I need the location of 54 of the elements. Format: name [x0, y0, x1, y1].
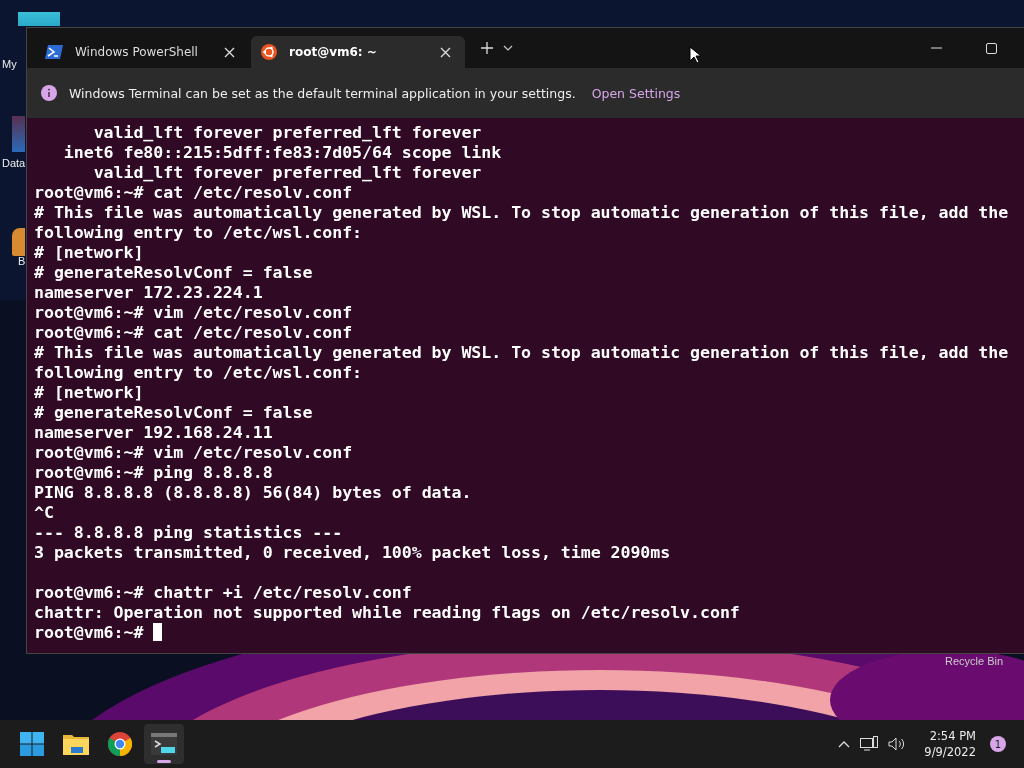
terminal-line: root@vm6:~# vim /etc/resolv.conf: [34, 443, 354, 463]
terminal-line: # [network]: [34, 243, 145, 263]
plus-icon[interactable]: [481, 42, 493, 54]
chrome-icon: [108, 732, 132, 756]
text-cursor: [153, 623, 163, 641]
folder-icon: [63, 733, 89, 755]
terminal-line: following entry to /etc/wsl.conf:: [34, 363, 364, 383]
network-icon[interactable]: [860, 736, 879, 752]
close-icon[interactable]: [224, 46, 235, 58]
tab[interactable]: root@vm6: ~: [251, 36, 465, 68]
terminal-line: # This file was automatically generated by WSL. To stop automatic generation of this file, add the: [34, 203, 1010, 223]
terminal-line: 3 packets transmitted, 0 received, 100% packet loss, time 2090ms: [34, 543, 672, 563]
terminal-line: # generateResolvConf = false: [34, 403, 314, 423]
terminal-line: inet6 fe80::215:5dff:fe83:7d05/64 scope link: [62, 143, 503, 163]
terminal-line: following entry to /etc/wsl.conf:: [34, 223, 364, 243]
terminal-line: nameserver 172.23.224.1: [34, 283, 264, 303]
terminal-icon: [151, 733, 177, 755]
chevron-up-icon[interactable]: [838, 740, 851, 748]
terminal-line: PING 8.8.8.8 (8.8.8.8) 56(84) bytes of data.: [34, 483, 473, 503]
chevron-down-icon[interactable]: [503, 45, 513, 51]
icon-label: Recycle Bin: [945, 655, 1004, 667]
terminal-line: valid_lft forever preferred_lft forever: [92, 123, 483, 143]
speaker-icon[interactable]: [888, 737, 907, 751]
icon-label: Data: [2, 157, 26, 169]
ubuntu-icon: [261, 44, 277, 60]
terminal-line: root@vm6:~# chattr +i /etc/resolv.conf: [34, 583, 413, 603]
close-icon[interactable]: [440, 46, 451, 58]
open-settings-link[interactable]: Open Settings: [591, 85, 681, 101]
windows-start-icon: [20, 732, 44, 756]
maximize-icon[interactable]: [986, 42, 997, 54]
clock-time[interactable]: 2:54 PM: [929, 728, 976, 744]
terminal-line: root@vm6:~# cat /etc/resolv.conf: [34, 183, 354, 203]
terminal-line: ^C: [34, 503, 55, 523]
terminal-line: root@vm6:~# cat /etc/resolv.conf: [34, 323, 354, 343]
info-message: Windows Terminal can be set as the default terminal application in your settings.: [69, 85, 576, 101]
terminal-line: nameserver 192.168.24.11: [34, 423, 274, 443]
icon-label: My: [2, 58, 17, 70]
tab[interactable]: Windows PowerShell: [35, 36, 249, 68]
terminal-line: # [network]: [34, 383, 145, 403]
terminal-line: # This file was automatically generated by WSL. To stop automatic generation of this file, add the: [34, 343, 1010, 363]
terminal-line: # generateResolvConf = false: [34, 263, 314, 283]
terminal-line: --- 8.8.8.8 ping statistics ---: [34, 523, 344, 543]
notification-badge[interactable]: 1: [990, 736, 1006, 752]
powershell-icon: [45, 45, 63, 59]
mouse-pointer-icon: [689, 46, 701, 64]
terminal-line: chattr: Operation not supported while reading flags on /etc/resolv.conf: [34, 603, 741, 623]
terminal-prompt: root@vm6:~#: [34, 623, 144, 642]
icon-label: B: [18, 255, 26, 267]
terminal-line: root@vm6:~# vim /etc/resolv.conf: [34, 303, 354, 323]
clock-date[interactable]: 9/9/2022: [924, 744, 976, 760]
taskbar-app[interactable]: [144, 724, 184, 764]
terminal-line: root@vm6:~# ping 8.8.8.8: [34, 463, 274, 483]
info-icon: [41, 85, 57, 101]
terminal-line: valid_lft forever preferred_lft forever: [92, 163, 483, 183]
